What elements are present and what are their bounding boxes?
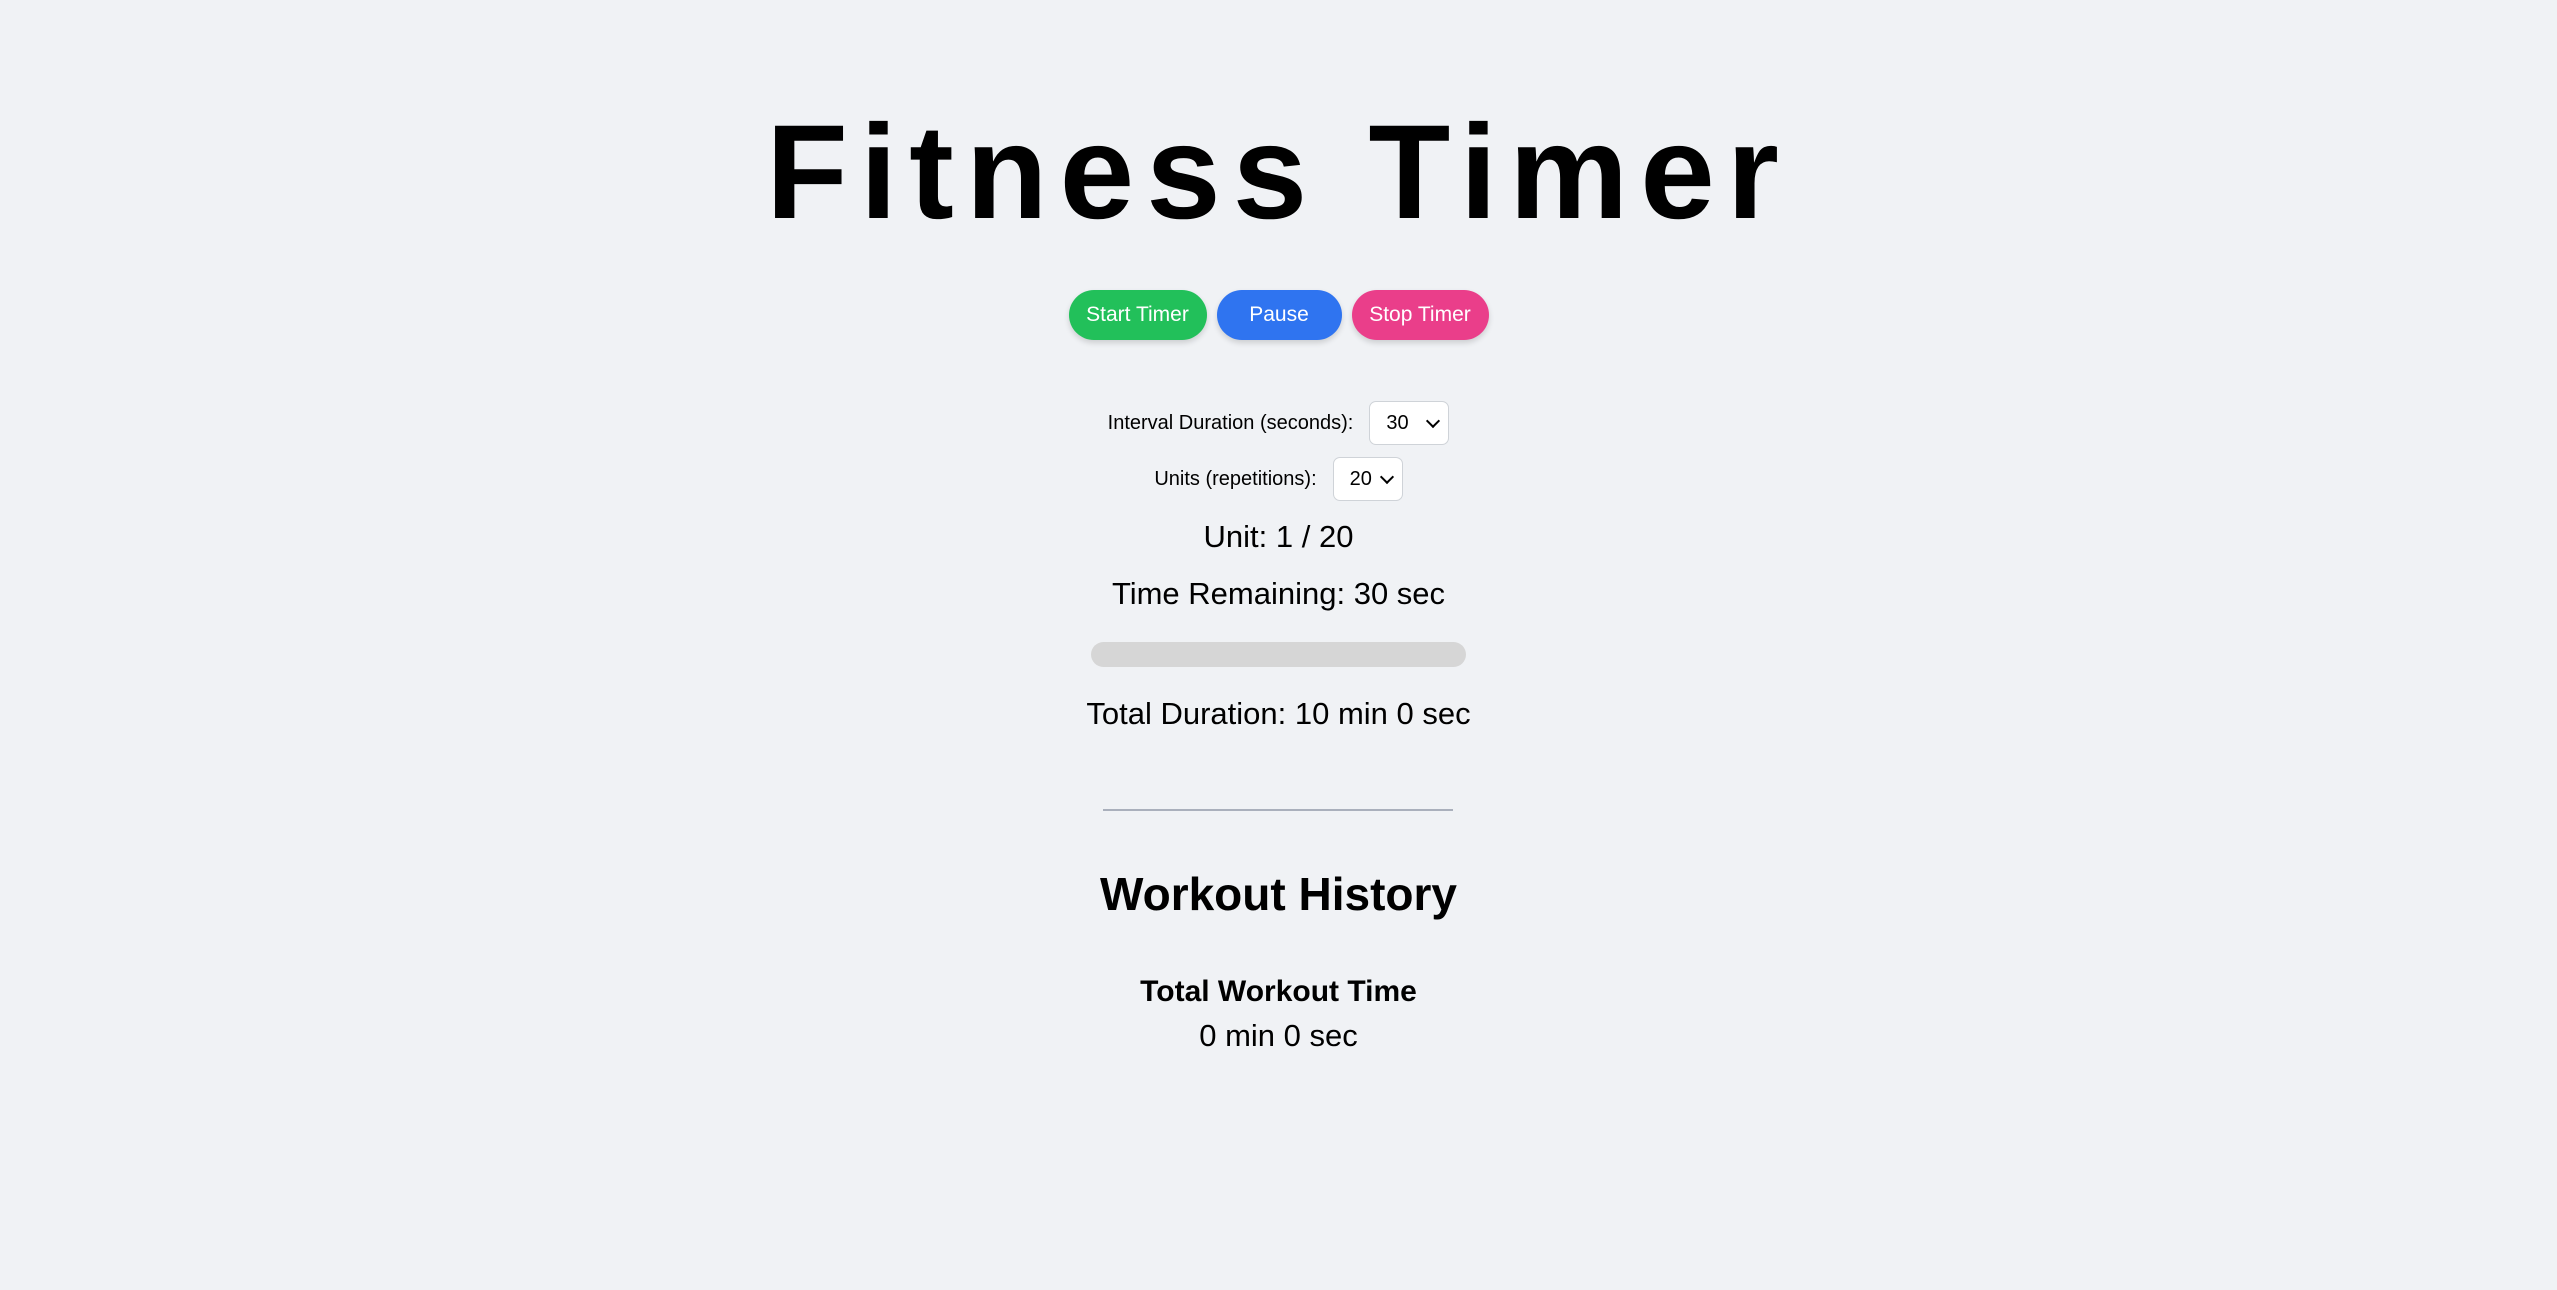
start-timer-button[interactable]: Start Timer <box>1068 290 1207 340</box>
unit-counter: Unit: 1 / 20 <box>1203 519 1354 554</box>
section-divider <box>1103 809 1453 811</box>
units-label: Units (repetitions): <box>1154 467 1317 490</box>
interval-duration-select[interactable]: 30 <box>1369 401 1450 445</box>
pause-button[interactable]: Pause <box>1216 290 1342 340</box>
progress-bar <box>1091 642 1466 667</box>
chevron-down-icon <box>1379 469 1394 484</box>
chevron-down-icon <box>1426 413 1441 428</box>
interval-duration-value: 30 <box>1386 411 1409 434</box>
timer-controls: Start Timer Pause Stop Timer <box>0 290 2557 340</box>
interval-duration-label: Interval Duration (seconds): <box>1107 411 1354 434</box>
total-workout-time-value: 0 min 0 sec <box>1199 1018 1358 1053</box>
fitness-timer-page: Fitness Timer Start Timer Pause Stop Tim… <box>0 0 2557 1290</box>
workout-history-title: Workout History <box>1100 868 1457 920</box>
interval-duration-row: Interval Duration (seconds): 30 <box>0 400 2557 446</box>
total-duration: Total Duration: 10 min 0 sec <box>1086 696 1471 731</box>
units-value: 20 <box>1349 467 1372 490</box>
units-row: Units (repetitions): 20 <box>0 456 2557 502</box>
units-select[interactable]: 20 <box>1332 457 1403 501</box>
time-remaining: Time Remaining: 30 sec <box>1111 576 1446 611</box>
total-workout-time-label: Total Workout Time <box>1140 975 1417 1008</box>
stop-timer-button[interactable]: Stop Timer <box>1351 290 1489 340</box>
page-title: Fitness Timer <box>766 98 1791 247</box>
